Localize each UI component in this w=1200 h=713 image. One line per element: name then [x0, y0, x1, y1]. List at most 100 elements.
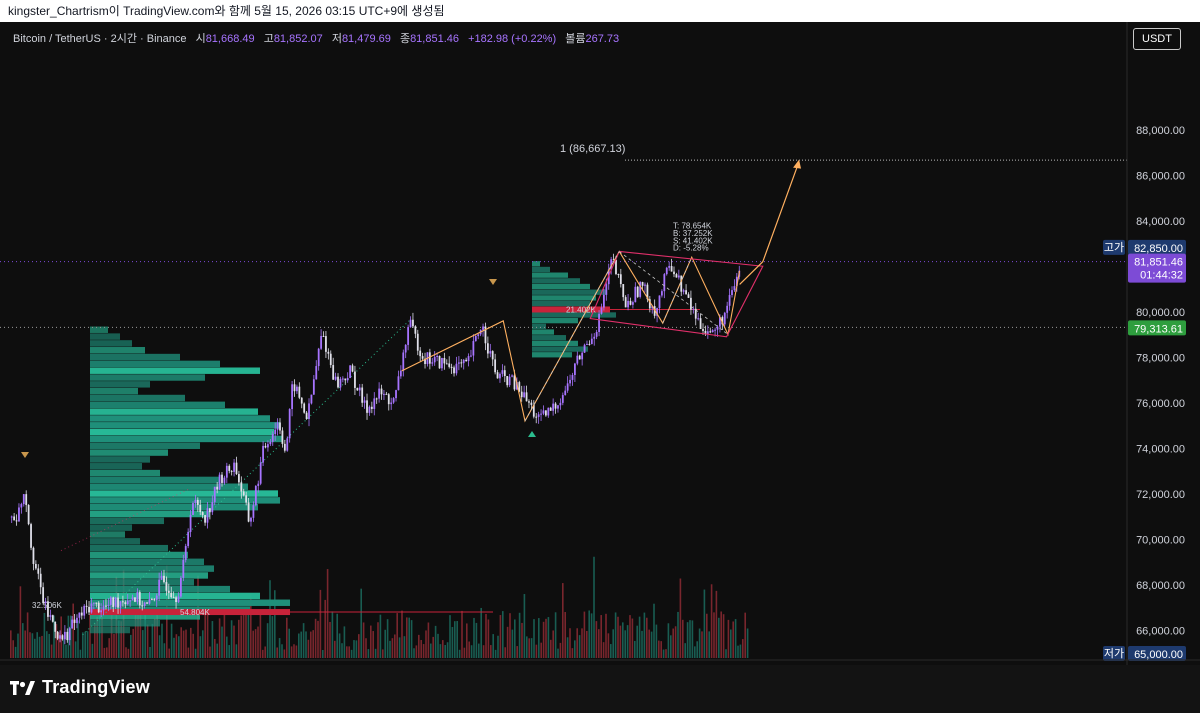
volume-bar	[516, 646, 518, 658]
candle-body	[412, 319, 414, 327]
candle-body	[27, 504, 30, 525]
volume-bar	[557, 648, 559, 658]
candle-body	[315, 366, 318, 380]
profile-bar	[532, 295, 596, 301]
candle-body	[467, 356, 470, 362]
candle-body	[160, 575, 163, 580]
profile-bar	[90, 558, 204, 566]
currency-button[interactable]: USDT	[1133, 28, 1181, 50]
price-chart[interactable]: 66,000.00 68,000.00 70,000.00 72,000.00 74,0…	[0, 22, 1200, 665]
low-label: 저	[331, 33, 342, 45]
candle-body	[576, 355, 579, 364]
candle-body	[312, 379, 315, 395]
candle-body	[76, 617, 78, 623]
volume-bar	[108, 638, 110, 658]
volume-bar	[718, 617, 720, 658]
candle-body	[73, 619, 76, 623]
volume-bar	[682, 619, 684, 658]
volume-bar	[242, 614, 245, 658]
candle-body	[150, 599, 153, 601]
volume-bar	[480, 607, 482, 658]
candle-body	[540, 413, 542, 415]
candle-body	[629, 300, 632, 305]
candle-body	[51, 615, 54, 622]
profile-bar	[90, 422, 280, 429]
volume-bar	[442, 640, 444, 658]
volume-bar	[158, 635, 161, 658]
profile-bar	[532, 289, 606, 295]
tradingview-logo[interactable]: TradingView	[10, 677, 150, 698]
candle-body	[180, 577, 182, 597]
volume-bar	[314, 618, 317, 658]
volume-bar	[698, 628, 701, 658]
volume-bar	[552, 630, 554, 658]
volume-bar	[331, 611, 334, 658]
y-tick-label: 70,000.00	[1136, 534, 1185, 546]
candle-body	[511, 375, 513, 377]
volume-bar	[326, 569, 329, 658]
volume-bar	[19, 586, 22, 658]
volume-bar	[288, 628, 290, 658]
volume-bar	[742, 639, 744, 658]
candle-body	[117, 597, 119, 608]
volume-bar	[346, 646, 348, 658]
volume-bar	[91, 643, 94, 658]
volume-bar	[722, 614, 725, 658]
y-tick-label: 78,000.00	[1136, 352, 1185, 364]
volume-bar	[168, 648, 170, 658]
volume-bar	[146, 624, 149, 658]
candle-body	[641, 282, 644, 286]
volume-bar	[22, 623, 24, 658]
volume-bar	[317, 620, 319, 658]
candle-body	[598, 313, 600, 332]
candle-body	[615, 259, 617, 275]
volume-bar	[466, 623, 468, 658]
candle-body	[13, 516, 16, 521]
candle-body	[383, 393, 385, 395]
candle-body	[322, 335, 325, 337]
pivot-high-marker	[21, 452, 29, 458]
volume-bar	[482, 645, 485, 658]
volume-bar	[518, 612, 521, 658]
candle-body	[603, 294, 605, 308]
volume-bar	[391, 638, 394, 658]
candle-body	[706, 331, 709, 334]
profile-bar	[90, 367, 260, 374]
volume-bar	[502, 611, 504, 658]
volume-bar	[26, 612, 29, 658]
volume-bar	[662, 649, 665, 658]
candle-body	[308, 403, 310, 419]
y-tick-label: 76,000.00	[1136, 398, 1185, 410]
volume-bar	[269, 580, 271, 658]
profile-bar	[532, 335, 566, 341]
profile-bar	[90, 374, 205, 381]
target-label: 1 (86,667.13)	[560, 143, 625, 155]
volume-bar	[238, 619, 240, 658]
volume-bar	[473, 617, 475, 658]
volume-bar	[506, 626, 509, 658]
candle-body	[264, 445, 267, 448]
candle-body	[431, 362, 434, 364]
volume-bar	[626, 625, 629, 658]
candle-body	[578, 355, 581, 360]
chart-area[interactable]: 66,000.00 68,000.00 70,000.00 72,000.00 74,0…	[0, 22, 1200, 665]
profile-bar	[90, 449, 168, 456]
volume-bar	[490, 645, 492, 658]
volume-bar	[84, 631, 86, 658]
candle-body	[119, 601, 122, 608]
candle-body	[114, 597, 117, 607]
volume-bar	[538, 618, 540, 658]
symbol-name[interactable]: Bitcoin / TetherUS · 2시간 · Binance	[13, 33, 187, 45]
volume-bar	[514, 619, 516, 658]
volume-bar	[386, 619, 389, 658]
volume-bar	[629, 615, 631, 658]
candle-body	[433, 356, 436, 363]
volume-bar	[374, 648, 377, 658]
profile-bar	[90, 394, 185, 402]
volume-bar	[214, 638, 216, 658]
volume-bar	[624, 630, 626, 658]
volume-bar	[199, 636, 202, 658]
volume-bar	[672, 628, 674, 658]
candle-body	[549, 407, 552, 411]
candle-body	[37, 568, 40, 574]
